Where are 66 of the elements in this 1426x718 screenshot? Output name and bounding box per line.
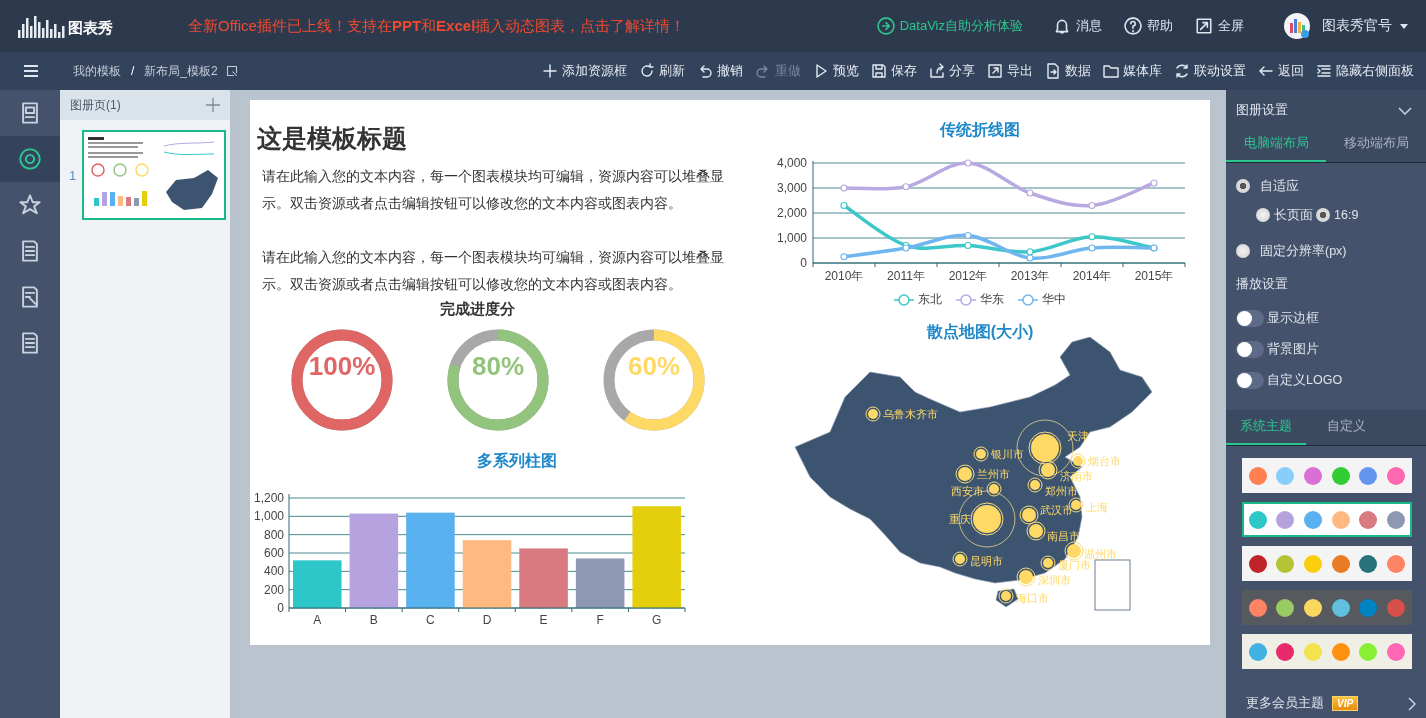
city-label: 郑州市 [1045, 485, 1078, 497]
axis-label: 2010年 [824, 269, 864, 281]
radio-label: 长页面 [1274, 206, 1313, 224]
city-label: 兰州市 [977, 468, 1010, 480]
city-label: 温州市 [1084, 548, 1117, 560]
axis-label: 1,000 [776, 231, 807, 245]
chart-title: 散点地图(大小) [926, 322, 1034, 342]
radio-label: 16:9 [1334, 208, 1359, 222]
city-label: 济南市 [1060, 470, 1093, 482]
city-label: 武汉市 [1040, 504, 1073, 516]
city-label: 乌鲁木齐市 [883, 408, 938, 420]
panel-title: 图册设置 [1236, 102, 1288, 119]
axis-label: A [313, 613, 322, 626]
toggle-label: 自定义LOGO [1267, 372, 1343, 389]
city-label: 上海 [1086, 501, 1108, 513]
axis-label: B [369, 613, 378, 626]
city-label: 厦门市 [1058, 559, 1091, 571]
city-label: 天津 [1067, 430, 1089, 442]
axis-label: 2014年 [1072, 269, 1112, 281]
axis-label: 0 [277, 601, 284, 615]
city-label: 南昌市 [1047, 530, 1080, 542]
city-label: 深圳市 [1038, 574, 1071, 586]
city-label: 烟台市 [1088, 455, 1121, 467]
axis-label: 2015年 [1134, 269, 1174, 281]
city-label: 银川市 [991, 448, 1024, 460]
axis-label: 2,000 [776, 206, 807, 220]
radio-label: 自适应 [1260, 177, 1299, 195]
section-title: 播放设置 [1236, 276, 1289, 293]
chart-title: 完成进度分 [438, 300, 516, 319]
toggle-label: 显示边框 [1267, 310, 1319, 327]
gauge-value: 80% [472, 351, 524, 381]
page-title: 这是模板标题 [257, 123, 408, 154]
axis-label: 400 [263, 564, 284, 579]
city-label: 西安市 [951, 485, 984, 497]
chart-title: 传统折线图 [940, 120, 1020, 140]
axis-label: G [652, 613, 662, 626]
toggle-label: 背景图片 [1267, 341, 1319, 358]
axis-label: 1,000 [253, 509, 284, 524]
axis-label: 2011年 [887, 269, 925, 281]
gauge-value: 60% [628, 351, 680, 381]
axis-label: C [426, 613, 435, 626]
body-text: 请在此输入您的文本内容，每一个图表模块均可编辑，资源内容可以堆叠显示。双击资源或者点击编辑按钮可以修改您的文本内容或图表内容。 [262, 248, 725, 294]
axis-label: 2013年 [1010, 269, 1050, 281]
axis-label: 2012年 [948, 269, 988, 281]
panel-title: 图册页(1) [70, 96, 121, 114]
axis-label: 200 [263, 582, 284, 597]
axis-label: 1,200 [253, 491, 284, 505]
logo-text: 图表秀 [68, 19, 113, 38]
page-name: 新布局_模板2 [144, 62, 218, 80]
breadcrumb-separator: / [131, 64, 135, 78]
chart-title: 多系列柱图 [476, 451, 558, 471]
axis-label: E [539, 613, 548, 626]
axis-label: 0 [800, 256, 807, 270]
axis-label: F [596, 613, 604, 626]
body-text: 请在此输入您的文本内容，每一个图表模块均可编辑，资源内容可以堆叠显示。双击资源或者点击编辑按钮可以修改您的文本内容或图表内容。 [262, 167, 725, 213]
city-label: 重庆 [949, 513, 971, 525]
city-label: 昆明市 [970, 555, 1003, 567]
vip-badge: VIP [1332, 696, 1359, 711]
radio-label: 固定分辨率(px) [1260, 242, 1347, 260]
axis-label: 4,000 [776, 156, 807, 170]
axis-label: 600 [263, 546, 284, 560]
axis-label: 3,000 [776, 181, 807, 195]
page-number: 1 [69, 167, 77, 183]
city-label: 海口市 [1016, 592, 1049, 604]
axis-label: D [482, 613, 492, 626]
axis-label: 800 [263, 527, 284, 542]
